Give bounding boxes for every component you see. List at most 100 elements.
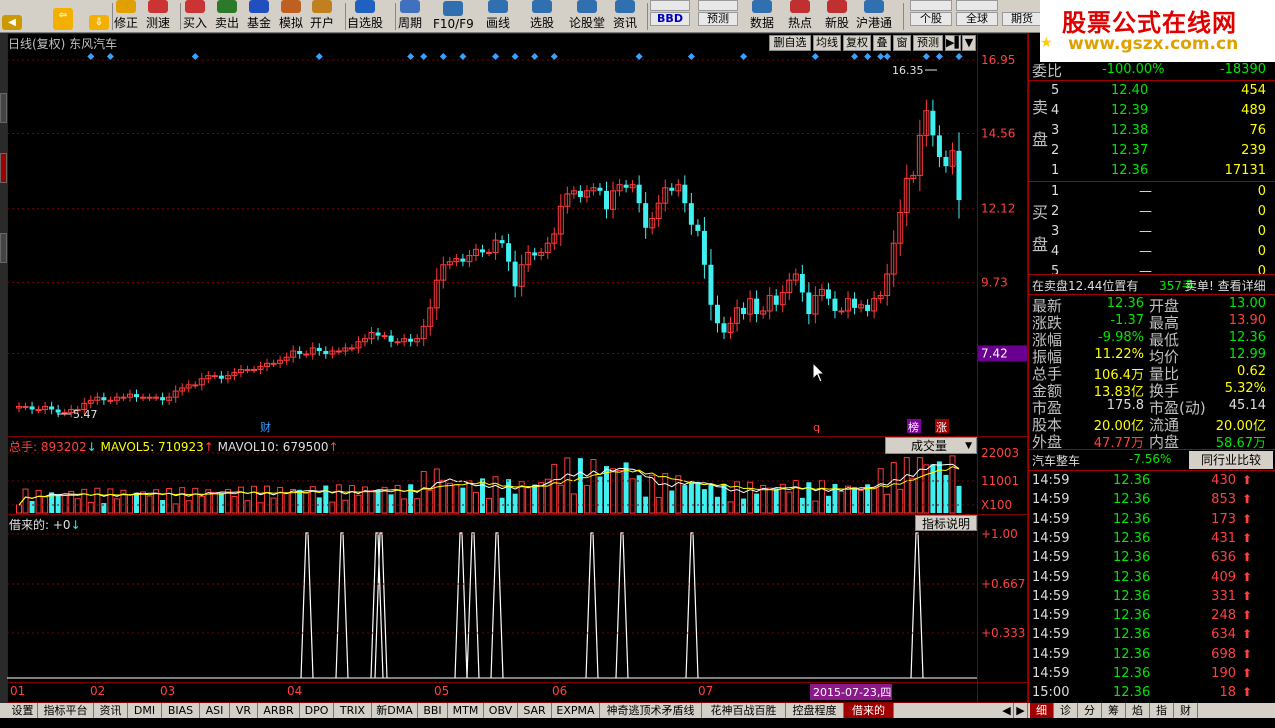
- sell-level-row[interactable]: 2 12.37 239: [1029, 141, 1275, 161]
- indicator-tab[interactable]: 花神百战百胜: [702, 703, 786, 718]
- indicator-tab[interactable]: BBI: [418, 703, 448, 718]
- toolbar-select-stock-button[interactable]: 选股: [530, 0, 554, 33]
- toolbar-buy-button[interactable]: 买入: [183, 0, 207, 33]
- right-panel-tab[interactable]: 筹: [1102, 703, 1126, 718]
- toolbar-small-button[interactable]: 期货: [1002, 12, 1042, 26]
- toolbar-period-button[interactable]: 周期: [398, 0, 422, 33]
- scroll-right-icon[interactable]: ▶: [1014, 703, 1028, 718]
- toolbar-news-button[interactable]: 资讯: [613, 0, 637, 33]
- toolbar-ipo-button[interactable]: 新股: [825, 0, 849, 33]
- buy-level-row[interactable]: 1 — 0: [1029, 182, 1275, 202]
- left-strip-button-1[interactable]: [0, 93, 7, 123]
- sell-position-notice[interactable]: 在卖盘12.44位置有 357手 卖单! 查看详细: [1029, 275, 1275, 295]
- toolbar-f10-button[interactable]: F10/F9: [433, 0, 474, 33]
- chart-toolbar-button[interactable]: 删自选: [769, 35, 811, 51]
- toolbar-favorites-button[interactable]: 自选股: [347, 0, 383, 33]
- up-arrow-icon: ⬆: [1241, 666, 1252, 680]
- indicator-tab[interactable]: EXPMA: [552, 703, 600, 718]
- quote-row: 振幅 11.22% 均价 12.99: [1029, 346, 1275, 366]
- indicator-help-button[interactable]: 指标说明: [915, 515, 977, 531]
- toolbar-hk-connect-button[interactable]: 沪港通: [856, 0, 892, 33]
- toolbar-speed-button[interactable]: 测速: [146, 0, 170, 33]
- sell-level-row[interactable]: 3 12.38 76: [1029, 121, 1275, 141]
- right-panel-tab[interactable]: 焰: [1126, 703, 1150, 718]
- quote-panel: 委比 -100.00% -18390 卖盘 5 12.40 454 4 12.39 489 3 12.…: [1028, 33, 1275, 718]
- toolbar-top-button[interactable]: [910, 0, 952, 11]
- toolbar-undo-button[interactable]: 修正: [114, 0, 138, 33]
- right-panel-tab[interactable]: 诊: [1054, 703, 1078, 718]
- chart-toolbar-button[interactable]: 叠: [873, 35, 891, 51]
- sector-name[interactable]: 汽车整车: [1032, 452, 1080, 469]
- toolbar-fund-button[interactable]: 基金: [247, 0, 271, 33]
- candle-body-down: [695, 224, 701, 231]
- volume-bar-up: [342, 499, 349, 514]
- toolbar-top-button[interactable]: [956, 0, 998, 11]
- toolbar-account-button[interactable]: 开户: [310, 0, 334, 33]
- chart-toolbar-button[interactable]: 窗: [893, 35, 911, 51]
- indicator-tab[interactable]: DPO: [300, 703, 334, 718]
- toolbar-small-button[interactable]: BBD: [650, 12, 690, 26]
- left-strip-button-2[interactable]: [0, 153, 7, 183]
- buy-level-row[interactable]: 4 — 0: [1029, 242, 1275, 262]
- toolbar-data-button[interactable]: 数据: [750, 0, 774, 33]
- indicator-tab[interactable]: ASI: [200, 703, 230, 718]
- indicator-tab[interactable]: 借来的: [844, 703, 894, 718]
- indicator-tab[interactable]: TRIX: [334, 703, 372, 718]
- toolbar-small-button[interactable]: 预测: [698, 12, 738, 26]
- candle-body-down: [943, 156, 949, 167]
- toolbar-top-button[interactable]: [698, 0, 738, 11]
- volume-type-dropdown[interactable]: 成交量 ▼: [885, 437, 977, 454]
- indicator-tab[interactable]: VR: [230, 703, 258, 718]
- toolbar-simulate-button[interactable]: 模拟: [279, 0, 303, 33]
- chart-toolbar-button[interactable]: 复权: [843, 35, 871, 51]
- indicator-tab[interactable]: DMI: [128, 703, 162, 718]
- chart-toolbar-button[interactable]: 均线: [813, 35, 841, 51]
- left-strip-button-3[interactable]: [0, 233, 7, 263]
- toolbar-draw-button[interactable]: 画线: [486, 0, 510, 33]
- sell-level-row[interactable]: 4 12.39 489: [1029, 101, 1275, 121]
- indicator-tab[interactable]: 神奇逃顶术矛盾线: [600, 703, 702, 718]
- chevron-down-icon[interactable]: ▼: [962, 35, 976, 51]
- volume-bar-up: [538, 482, 545, 514]
- candle-body-down: [852, 298, 858, 308]
- indicator-tab[interactable]: 指标平台: [38, 703, 94, 718]
- toolbar-top-button[interactable]: [650, 0, 690, 11]
- chart-canvas[interactable]: 16.95 14.56 12.12 9.73 7.42 16.35 5.47 财 q 榜 涨 2200…: [7, 33, 1028, 703]
- indicator-tab[interactable]: 设置: [8, 703, 38, 718]
- toolbar-small-button[interactable]: 全球: [956, 12, 998, 26]
- toolbar-left-arrow[interactable]: ◀: [2, 0, 22, 33]
- buy-level-row[interactable]: 2 — 0: [1029, 202, 1275, 222]
- sell-position-link[interactable]: 卖单! 查看详细: [1185, 277, 1266, 294]
- tick-volume: 636: [1211, 550, 1236, 566]
- chart-area[interactable]: 16.95 14.56 12.12 9.73 7.42 16.35 5.47 财 q 榜 涨 2200…: [7, 33, 1028, 703]
- indicator-tab[interactable]: BIAS: [162, 703, 200, 718]
- scroll-left-icon[interactable]: ◀: [1000, 703, 1014, 718]
- indicator-tab[interactable]: ARBR: [258, 703, 300, 718]
- indicator-tab[interactable]: OBV: [484, 703, 518, 718]
- toolbar-sell-button[interactable]: 卖出: [215, 0, 239, 33]
- toolbar-button-label: 自选股: [347, 16, 384, 30]
- indicator-tab[interactable]: 资讯: [94, 703, 128, 718]
- indicator-tab[interactable]: SAR: [518, 703, 552, 718]
- toolbar-back-button[interactable]: ⇦: [52, 0, 74, 33]
- toolbar-small-button[interactable]: 个股: [910, 12, 952, 26]
- sell-level-row[interactable]: 5 12.40 454: [1029, 81, 1275, 101]
- expand-panel-icon[interactable]: ▶▌: [945, 35, 963, 51]
- indicator-tab[interactable]: 新DMA: [372, 703, 418, 718]
- toolbar-down-button[interactable]: ⇩: [88, 0, 110, 33]
- right-panel-tab[interactable]: 指: [1150, 703, 1174, 718]
- toolbar-hotspot-button[interactable]: 热点: [788, 0, 812, 33]
- buy-level-num: 3: [1051, 224, 1060, 239]
- candle-body-up: [120, 396, 127, 399]
- toolbar-forum-button[interactable]: 论股堂: [569, 0, 605, 33]
- sell-level-row[interactable]: 1 12.36 17131: [1029, 161, 1275, 181]
- buy-level-row[interactable]: 3 — 0: [1029, 222, 1275, 242]
- indicator-spike: [490, 532, 504, 679]
- industry-compare-button[interactable]: 同行业比较: [1189, 451, 1273, 469]
- indicator-tab[interactable]: 控盘程度: [786, 703, 844, 718]
- indicator-tab[interactable]: MTM: [448, 703, 484, 718]
- right-panel-tab[interactable]: 财: [1174, 703, 1198, 718]
- chart-toolbar-button[interactable]: 预测: [913, 35, 943, 51]
- right-panel-tab[interactable]: 分: [1078, 703, 1102, 718]
- right-panel-tab[interactable]: 细: [1030, 703, 1054, 718]
